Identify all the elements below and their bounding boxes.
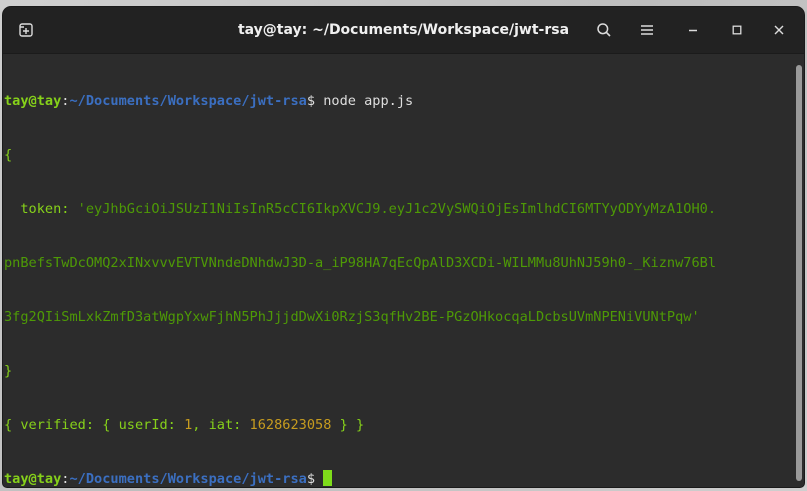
close-icon	[773, 24, 785, 36]
verified-close: } }	[331, 417, 365, 433]
hamburger-menu-icon	[640, 23, 654, 37]
verified-line: { verified: { userId: 1, iat: 1628623058…	[4, 416, 793, 434]
prompt-dollar: $	[306, 93, 324, 109]
minimize-button[interactable]	[678, 15, 708, 45]
scrollbar-thumb[interactable]	[796, 65, 802, 481]
active-prompt-line[interactable]: tay@tay:~/Documents/Workspace/jwt-rsa$	[4, 470, 793, 487]
search-button[interactable]	[589, 15, 619, 45]
new-tab-button[interactable]	[11, 15, 41, 45]
prompt-user: tay@tay	[4, 93, 62, 109]
output-open-brace: {	[4, 147, 13, 163]
token-key: token:	[4, 201, 78, 217]
vertical-scrollbar[interactable]	[793, 54, 804, 487]
minimize-icon	[687, 24, 699, 36]
title-bar[interactable]: tay@tay: ~/Documents/Workspace/jwt-rsa	[3, 7, 804, 54]
prompt-line: tay@tay:~/Documents/Workspace/jwt-rsa$ n…	[4, 92, 793, 110]
terminal-window[interactable]: tay@tay: ~/Documents/Workspace/jwt-rsa t…	[3, 7, 804, 487]
maximize-button[interactable]	[722, 15, 752, 45]
token-value-part2: pnBefsTwDcOMQ2xINxvvvEVTVNndeDNhdwJ3D-a_…	[4, 255, 717, 271]
iat-value: 1628623058	[249, 417, 332, 433]
output-close-brace: }	[4, 363, 13, 379]
search-icon	[596, 22, 612, 38]
menu-button[interactable]	[632, 15, 662, 45]
prompt-path: ~/Documents/Workspace/jwt-rsa	[69, 93, 307, 109]
maximize-icon	[731, 24, 743, 36]
command-text: node app.js	[323, 93, 414, 109]
text-cursor	[323, 470, 333, 486]
token-line: token: 'eyJhbGciOiJSUzI1NiIsInR5cCI6IkpX…	[4, 200, 793, 218]
prompt-path-2: ~/Documents/Workspace/jwt-rsa	[69, 471, 307, 487]
prompt-dollar-2: $	[306, 471, 324, 487]
token-value-part1: 'eyJhbGciOiJSUzI1NiIsInR5cCI6IkpXVCJ9.ey…	[77, 201, 717, 217]
token-value-part3: 3fg2QIiSmLxkZmfD3atWgpYxwFjhN5PhJjjdDwXi…	[4, 309, 700, 325]
prompt-user-2: tay@tay	[4, 471, 62, 487]
new-tab-icon	[18, 22, 34, 38]
terminal-output[interactable]: tay@tay:~/Documents/Workspace/jwt-rsa$ n…	[3, 54, 793, 487]
iat-label: , iat:	[192, 417, 250, 433]
close-button[interactable]	[764, 15, 794, 45]
verified-open: { verified: { userId:	[4, 417, 185, 433]
